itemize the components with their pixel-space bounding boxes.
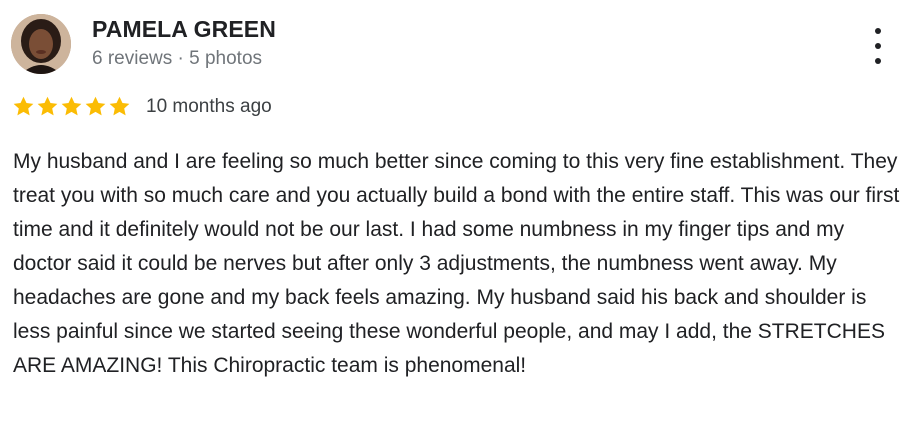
more-vert-icon-dot	[875, 43, 881, 49]
review-text: My husband and I are feeling so much bet…	[13, 150, 900, 377]
star-icon	[13, 96, 34, 116]
star-icon	[37, 96, 58, 116]
rating-row: 10 months ago	[12, 95, 272, 118]
more-options-button[interactable]	[868, 28, 888, 64]
profile-photo-icon	[11, 14, 71, 74]
star-rating	[12, 95, 131, 118]
author-name[interactable]: PAMELA GREEN	[92, 16, 276, 43]
more-vert-icon-dot	[875, 58, 881, 64]
review-time: 10 months ago	[146, 95, 272, 117]
more-vert-icon	[875, 28, 881, 34]
author-meta: 6 reviews · 5 photos	[92, 48, 263, 69]
star-icon	[85, 96, 106, 116]
star-icon	[109, 96, 130, 116]
avatar[interactable]	[11, 14, 71, 74]
star-icon	[61, 96, 82, 116]
